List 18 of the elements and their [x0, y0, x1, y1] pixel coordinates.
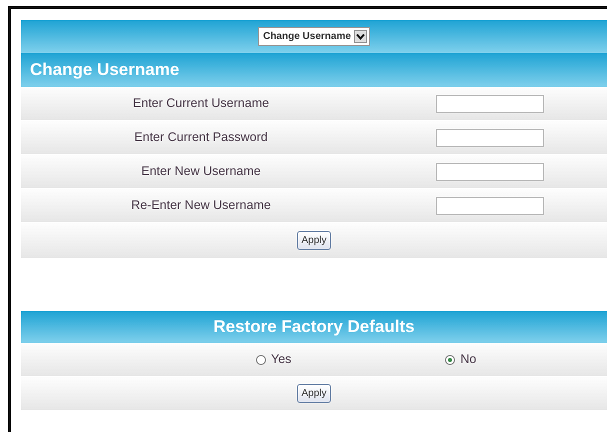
- section-title: Change Username: [21, 53, 607, 87]
- field-label: Enter Current Password: [133, 129, 269, 146]
- radio-button[interactable]: [256, 354, 266, 364]
- option-label: Yes: [271, 351, 292, 368]
- caret-icon: [354, 30, 367, 43]
- option-label: No: [460, 351, 476, 368]
- input-field[interactable]: [436, 196, 544, 214]
- input-field[interactable]: [436, 128, 544, 146]
- field-label: Enter Current Username: [132, 95, 270, 112]
- apply-button[interactable]: Apply: [297, 231, 330, 250]
- page-select[interactable]: Change Username: [258, 27, 370, 46]
- field-label: Enter New Username: [140, 163, 262, 180]
- field-label: Re-Enter New Username: [130, 197, 272, 214]
- apply-button[interactable]: Apply: [297, 384, 330, 403]
- radio-button[interactable]: [445, 354, 456, 364]
- input-field[interactable]: [436, 94, 544, 112]
- section-title: Restore Factory Defaults: [21, 311, 607, 343]
- input-field[interactable]: [436, 162, 544, 180]
